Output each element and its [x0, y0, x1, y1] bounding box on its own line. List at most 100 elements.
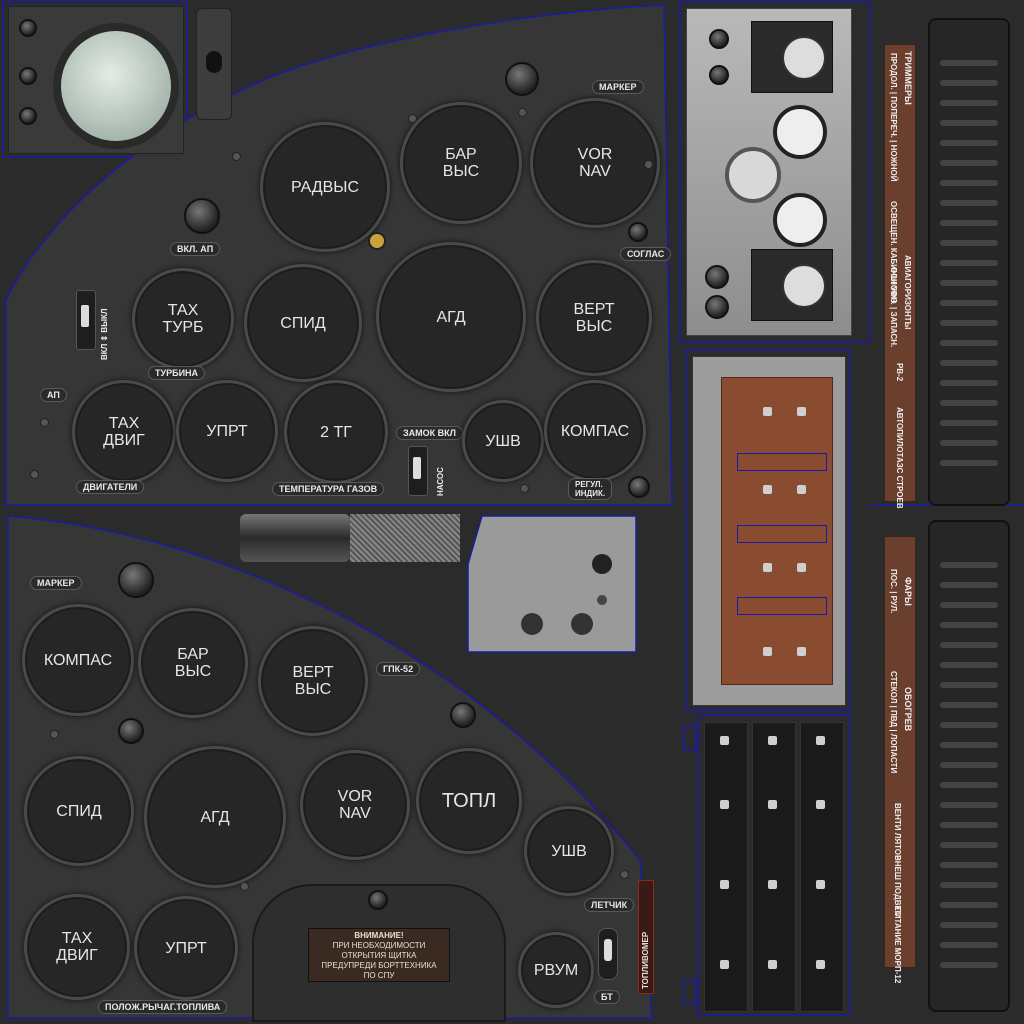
- radar-screen: [53, 23, 179, 149]
- uprt-gauge: УПРТ: [176, 380, 278, 482]
- screw-icon: [408, 114, 417, 123]
- lower-knob-icon[interactable]: [118, 718, 144, 744]
- toggle-lever-icon: [81, 305, 89, 327]
- screw-icon: [30, 470, 39, 479]
- soglas-knob-icon[interactable]: [628, 222, 648, 242]
- fary-header: ФАРЫ: [903, 577, 913, 606]
- vornav-gauge: VOR NAV: [530, 98, 660, 228]
- trimmer-item: АЗС СТРОЕВ: [895, 457, 904, 509]
- lower-marker-knob-icon[interactable]: [118, 562, 154, 598]
- warning-plate: ВНИМАНИЕ! ПРИ НЕОБХОДИМОСТИ ОТКРЫТИЯ ЩИТ…: [308, 928, 450, 982]
- trimmer-item: ОСНОВН. | ЗАПАСН.: [889, 267, 898, 348]
- switch-icon[interactable]: [816, 736, 825, 745]
- lower-ushv-gauge: УШВ: [524, 806, 614, 896]
- toggle-lever-icon: [604, 939, 612, 961]
- bt-toggle[interactable]: [598, 928, 618, 980]
- switch-icon[interactable]: [720, 736, 729, 745]
- nasos-toggle[interactable]: [408, 446, 428, 496]
- breaker-switch-icon[interactable]: [763, 647, 772, 656]
- zamok-vkl-label: ЗАМОК ВКЛ: [396, 426, 463, 440]
- breaker-switch-icon[interactable]: [763, 485, 772, 494]
- switch-icon[interactable]: [720, 960, 729, 969]
- breaker-switch-icon[interactable]: [763, 563, 772, 572]
- breaker-switch-icon[interactable]: [797, 485, 806, 494]
- label-slot: [737, 453, 827, 471]
- takh-dvig-gauge: ТАХ ДВИГ: [72, 380, 176, 484]
- radar-knob-icon[interactable]: [19, 107, 37, 125]
- box-knob-icon[interactable]: [705, 265, 729, 289]
- box-knob-icon[interactable]: [709, 29, 729, 49]
- box-knob-icon[interactable]: [705, 295, 729, 319]
- switch-icon[interactable]: [768, 800, 777, 809]
- fary-item: ОБОГРЕВ: [903, 687, 913, 732]
- label-slot: [737, 597, 827, 615]
- trimmer-item: ОСВЕЩЕН. КАБИНЫ УФО: [889, 201, 898, 304]
- lower-marker-label: МАРКЕР: [30, 576, 82, 590]
- poloj-label: ПОЛОЖ.РЫЧАГ.ТОПЛИВА: [98, 1000, 228, 1014]
- fary-item: ПОС. | РУЛ.: [889, 569, 898, 614]
- breaker-switch-icon[interactable]: [797, 563, 806, 572]
- fary-label-strip: ФАРЫ ПОС. | РУЛ. ОБОГРЕВ СТЕКОЛ | ПВД | …: [884, 536, 916, 984]
- control-box: [686, 8, 852, 336]
- spid-gauge: СПИД: [244, 264, 362, 382]
- breaker-switch-icon[interactable]: [797, 647, 806, 656]
- rotary-selector-icon[interactable]: [725, 147, 781, 203]
- lower-vornav-gauge: VOR NAV: [300, 750, 410, 860]
- hatch-latch-icon[interactable]: [368, 890, 388, 910]
- toggle-lever-icon: [413, 457, 421, 479]
- dial-meter-top: [751, 21, 833, 93]
- ribbed-rail-top: [928, 18, 1010, 506]
- radar-knob-icon[interactable]: [19, 67, 37, 85]
- trimmer-label-strip: ТРИММЕРЫ ПРОДОЛ. | ПОПЕРЕЧ. | НОЖНОЙ ОСВ…: [884, 44, 916, 509]
- switch-icon[interactable]: [768, 960, 777, 969]
- switch-icon[interactable]: [768, 880, 777, 889]
- radar-knob-icon[interactable]: [19, 19, 37, 37]
- gpk52-label: ГПК-52: [376, 662, 421, 676]
- screw-icon: [240, 882, 249, 891]
- fary-item: СТЕКОЛ | ПВД | ЛОПАСТИ: [889, 671, 898, 774]
- toplivomer-label: ТОПЛИВОМЕР: [641, 931, 650, 989]
- turbina-label: ТУРБИНА: [148, 366, 206, 380]
- warning-lamp-icon: [368, 232, 386, 250]
- rvum-gauge: РВУМ: [518, 932, 594, 1008]
- vkl-vykl-toggle[interactable]: [76, 290, 96, 350]
- switch-icon[interactable]: [816, 800, 825, 809]
- switch-icon[interactable]: [720, 880, 729, 889]
- screw-icon: [644, 160, 653, 169]
- regul-knob-icon[interactable]: [628, 476, 650, 498]
- lower-knob-icon[interactable]: [450, 702, 476, 728]
- two-tg-gauge: 2 ТГ: [284, 380, 388, 484]
- gray-bracket-part: [467, 515, 637, 653]
- trimmer-header: ТРИММЕРЫ: [903, 51, 913, 105]
- vkl-vykl-label: ВКЛ ⇕ ВЫКЛ: [100, 308, 109, 360]
- breaker-panel: [692, 356, 846, 706]
- box-knob-icon[interactable]: [709, 65, 729, 85]
- ap-button-icon[interactable]: [184, 198, 220, 234]
- trimmer-item: РВ-2: [895, 363, 904, 382]
- switch-icon[interactable]: [816, 880, 825, 889]
- breaker-switch-icon[interactable]: [763, 407, 772, 416]
- warning-title: ВНИМАНИЕ!: [354, 931, 404, 940]
- marker-label: МАРКЕР: [592, 80, 644, 94]
- fary-item: ВНЕШ ПОДВЕС: [893, 855, 902, 917]
- takh-turb-gauge: ТАХ ТУРБ: [132, 268, 234, 370]
- switch-icon[interactable]: [816, 960, 825, 969]
- switch-icon[interactable]: [768, 736, 777, 745]
- dvigateli-label: ДВИГАТЕЛИ: [76, 480, 145, 494]
- warning-text: ПРИ НЕОБХОДИМОСТИ ОТКРЫТИЯ ЩИТКА ПРЕДУПР…: [321, 941, 437, 980]
- handle-slot: [206, 51, 222, 73]
- breaker-switch-icon[interactable]: [797, 407, 806, 416]
- lower-spid-gauge: СПИД: [24, 756, 134, 866]
- screw-icon: [518, 108, 527, 117]
- bt-label: БТ: [594, 990, 620, 1004]
- fary-item: ПИТАНИЕ МОРП-12: [893, 907, 902, 984]
- lower-agd-gauge: АГД: [144, 746, 286, 888]
- barvys-gauge: БАР ВЫС: [400, 102, 522, 224]
- regul-indik-label: РЕГУЛ. ИНДИК.: [568, 478, 613, 500]
- vkl-ap-label: ВКЛ. АП: [170, 242, 221, 256]
- marker-knob-icon[interactable]: [505, 62, 539, 96]
- trimmer-item: АВИАГОРИЗОНТЫ: [903, 255, 912, 330]
- switch-icon[interactable]: [720, 800, 729, 809]
- ribbed-rail-bottom: [928, 520, 1010, 1012]
- dial-meter-bottom: [751, 249, 833, 321]
